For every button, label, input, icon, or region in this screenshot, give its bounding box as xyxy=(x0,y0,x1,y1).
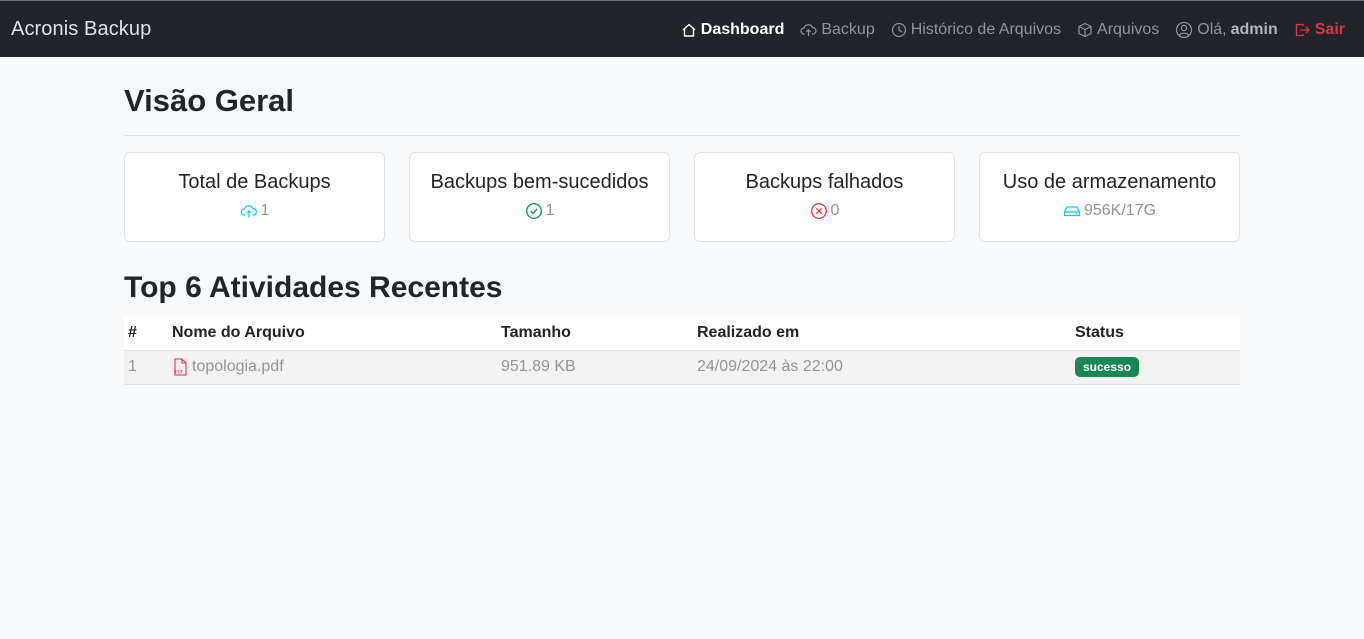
logout-icon xyxy=(1295,23,1310,36)
cloud-upload-icon xyxy=(800,23,817,36)
card-successful-backups: Backups bem-sucedidos 1 xyxy=(409,152,670,242)
card-value-row: 1 xyxy=(410,202,669,220)
nav-dashboard[interactable]: Dashboard xyxy=(681,20,785,39)
card-title: Backups bem-sucedidos xyxy=(430,171,649,193)
nav-history[interactable]: Histórico de Arquivos xyxy=(891,21,1061,39)
person-circle-icon xyxy=(1176,21,1193,38)
card-value-row: 1 xyxy=(125,202,384,220)
cloud-upload-icon xyxy=(240,205,257,218)
nav-logout[interactable]: Sair xyxy=(1294,21,1345,39)
card-value: 956K/17G xyxy=(1083,202,1157,219)
card-value: 0 xyxy=(830,202,840,219)
card-title: Backups falhados xyxy=(745,171,904,193)
check-circle-icon xyxy=(525,203,542,219)
card-title: Total de Backups xyxy=(178,171,331,193)
divider xyxy=(124,135,1240,136)
row-index: 1 xyxy=(124,350,168,385)
card-total-backups: Total de Backups 1 xyxy=(124,152,385,242)
card-value-row: 956K/17G xyxy=(980,202,1239,220)
card-title: Uso de armazenamento xyxy=(1002,171,1217,193)
col-status: Status xyxy=(1071,317,1240,351)
x-circle-icon xyxy=(810,203,827,219)
nav-files-label: Arquivos xyxy=(1097,20,1160,38)
col-size: Tamanho xyxy=(497,317,693,351)
nav-links: Dashboard Backup Histórico de Arquivos A… xyxy=(665,1,1345,58)
card-value-row: 0 xyxy=(695,202,954,220)
col-file-name: Nome do Arquivo xyxy=(168,317,497,351)
house-icon xyxy=(682,23,696,37)
card-failed-backups: Backups falhados 0 xyxy=(694,152,955,242)
card-storage-usage: Uso de armazenamento 956K/17G xyxy=(979,152,1240,242)
file-name: topologia.pdf xyxy=(192,358,284,375)
nav-logout-label: Sair xyxy=(1314,20,1345,38)
pdf-file-icon: PDF xyxy=(174,358,187,376)
row-size: 951.89 KB xyxy=(497,350,693,385)
section-title: Top 6 Atividades Recentes xyxy=(124,271,503,304)
col-date: Realizado em xyxy=(693,317,1071,351)
row-file[interactable]: PDF topologia.pdf xyxy=(168,350,497,385)
top-navbar: Acronis Backup Dashboard Backup Históric… xyxy=(0,0,1364,57)
nav-user[interactable]: Olá, admin xyxy=(1175,20,1278,39)
nav-history-label: Histórico de Arquivos xyxy=(910,20,1062,38)
nav-backup[interactable]: Backup xyxy=(800,20,875,39)
main-content: Visão Geral Total de Backups 1 Backups b… xyxy=(124,57,1240,385)
box-icon xyxy=(1078,22,1092,37)
nav-username: admin xyxy=(1230,20,1278,38)
table-row[interactable]: 1 PDF topologia.pdf 951.89 KB 24/09/2024… xyxy=(124,350,1240,385)
card-value: 1 xyxy=(260,202,270,219)
table-header-row: # Nome do Arquivo Tamanho Realizado em S… xyxy=(124,317,1240,351)
file-cell: PDF topologia.pdf xyxy=(172,351,493,384)
status-badge: sucesso xyxy=(1075,357,1140,377)
clock-history-icon xyxy=(891,22,906,37)
stats-cards: Total de Backups 1 Backups bem-sucedidos… xyxy=(124,152,1240,242)
brand-logo[interactable]: Acronis Backup xyxy=(11,18,151,41)
page-title: Visão Geral xyxy=(124,83,295,118)
nav-greeting: Olá, xyxy=(1197,20,1227,38)
row-date: 24/09/2024 às 22:00 xyxy=(693,350,1071,385)
row-status: sucesso xyxy=(1071,350,1240,385)
nav-files[interactable]: Arquivos xyxy=(1077,21,1159,39)
hdd-icon xyxy=(1063,206,1081,217)
card-value: 1 xyxy=(545,202,555,219)
nav-dashboard-label: Dashboard xyxy=(700,20,785,38)
svg-text:PDF: PDF xyxy=(175,370,183,375)
col-index: # xyxy=(124,317,168,351)
recent-activity-table: # Nome do Arquivo Tamanho Realizado em S… xyxy=(124,317,1240,385)
nav-backup-label: Backup xyxy=(821,20,875,38)
